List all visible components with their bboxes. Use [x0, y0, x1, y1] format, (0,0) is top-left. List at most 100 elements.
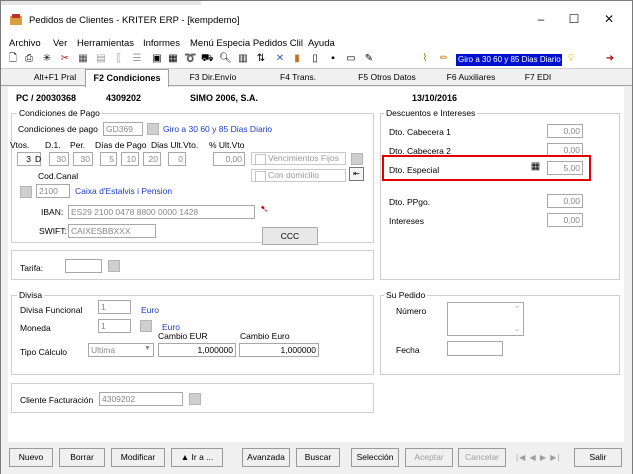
menu-herramientas[interactable]: Herramientas — [77, 38, 134, 49]
car-icon[interactable]: ⛟ — [201, 53, 214, 65]
nuevo-button[interactable]: Nuevo — [9, 448, 53, 467]
cliente-facturacion-lookup[interactable] — [189, 393, 201, 405]
main-panel: PC / 20030368 4309202 SIMO 2006, S.A. 13… — [8, 87, 624, 442]
cod-canal-field[interactable]: 2100 — [36, 184, 70, 198]
menu-especia[interactable]: Menú Especia Pedidos Clil — [190, 38, 303, 49]
moneda-lookup[interactable] — [140, 320, 152, 332]
menu-informes[interactable]: Informes — [143, 38, 180, 49]
tarifa-lookup[interactable] — [108, 260, 120, 272]
dias-pago-1[interactable]: 5 — [100, 152, 117, 166]
sort-icon[interactable]: ⇅ — [255, 53, 267, 65]
numero-field[interactable] — [447, 302, 524, 336]
doc-icon[interactable]: ▯ — [309, 53, 321, 65]
tab-edi[interactable]: F7 EDI — [513, 72, 563, 82]
aceptar-button[interactable]: Aceptar — [405, 448, 453, 467]
dias-ult-field[interactable]: 0 — [168, 152, 186, 166]
divisa-funcional-field[interactable]: 1 — [98, 300, 131, 314]
grid2-icon[interactable]: ▦ — [167, 53, 179, 65]
search-doc-icon[interactable]: 🔍︎ — [219, 53, 232, 65]
buscar-button[interactable]: Buscar — [296, 448, 340, 467]
salir-button[interactable]: Salir — [574, 448, 622, 467]
preview-icon[interactable]: 🗋 — [7, 53, 19, 65]
tarifa-field[interactable] — [65, 259, 102, 273]
brackets-icon[interactable]: ⟦ — [113, 53, 125, 65]
tab-transporte[interactable]: F4 Trans. — [259, 72, 337, 82]
list-icon[interactable]: ☰ — [131, 53, 143, 65]
cross-icon[interactable]: ✕ — [274, 53, 286, 65]
grid-icon[interactable]: ▤ — [95, 53, 107, 65]
maximize-button[interactable]: ☐ — [564, 11, 584, 27]
tools-icon[interactable]: ✂ — [59, 53, 71, 65]
dto-especial-field[interactable]: 5,00 — [547, 161, 583, 175]
swift-field[interactable]: CAIXESBBXXX — [68, 224, 156, 238]
menu-ver[interactable]: Ver — [53, 38, 67, 49]
calendar-grid-icon[interactable]: ▦ — [529, 161, 542, 173]
record-navigation[interactable]: |◀ ◀ ▶ ▶| — [516, 453, 560, 462]
ccc-button[interactable]: CCC — [262, 227, 318, 245]
dto-ppgo-field[interactable]: 0,00 — [547, 194, 583, 208]
chart-icon[interactable]: ▮ — [291, 53, 303, 65]
swift-label: SWIFT: — [39, 226, 67, 236]
menu-ayuda[interactable]: Ayuda — [308, 38, 335, 49]
folder-icon[interactable]: ▭ — [345, 53, 357, 65]
exit-icon[interactable]: ➜ — [604, 53, 616, 65]
chevron-down-icon[interactable]: ⌄ — [514, 325, 520, 333]
paperclip-icon[interactable]: ⌇ — [419, 53, 431, 65]
tab-condiciones[interactable]: F2 Condiciones — [85, 69, 169, 87]
domicilio-edit-icon[interactable]: ⇤ — [349, 167, 364, 181]
calendar-icon[interactable]: ▣ — [151, 53, 163, 65]
order-number: PC / 20030368 — [16, 93, 77, 103]
con-domicilio-checkbox[interactable]: Con domicilio — [251, 169, 346, 182]
tipo-calculo-label: Tipo Cálculo — [20, 347, 67, 357]
table-icon[interactable]: ▦ — [77, 53, 89, 65]
d1-label: D.1. — [45, 140, 61, 150]
vencimientos-fijos-checkbox[interactable]: Vencimientos Fijos — [251, 152, 346, 165]
menu-bar: Archivo Ver Herramientas Informes Menú E… — [1, 37, 632, 51]
pen-icon[interactable]: ✎ — [363, 53, 375, 65]
payment-lookup-button[interactable] — [147, 123, 159, 135]
calc-icon[interactable]: ▥ — [237, 53, 249, 65]
cancelar-button[interactable]: Cancelar — [458, 448, 506, 467]
seleccion-button[interactable]: Selección — [351, 448, 399, 467]
d1-field[interactable]: 30 — [49, 152, 69, 166]
cliente-facturacion-field[interactable]: 4309202 — [99, 392, 183, 406]
cod-canal-lookup[interactable] — [20, 186, 32, 198]
currency-title: Divisa — [17, 290, 45, 300]
tab-dir-envio[interactable]: F3 Dir.Envío — [169, 72, 257, 82]
tab-principal[interactable]: Alt+F1 Pral — [25, 72, 85, 82]
fecha-field[interactable] — [447, 341, 503, 356]
tab-otros-datos[interactable]: F5 Otros Datos — [345, 72, 429, 82]
minimize-button[interactable]: – — [531, 11, 551, 27]
chevron-up-icon[interactable]: ⌃ — [514, 305, 520, 313]
save-icon[interactable]: ▪ — [327, 53, 339, 65]
print-icon[interactable]: ⎙ — [23, 53, 35, 65]
bank-validate-icon[interactable]: ➷ — [260, 204, 268, 215]
avanzada-button[interactable]: Avanzada — [242, 448, 290, 467]
lightbulb-icon[interactable]: 💡︎ — [565, 53, 577, 65]
dias-pago-2[interactable]: 10 — [121, 152, 139, 166]
vencimientos-fijos-button[interactable] — [351, 153, 363, 165]
dto-cabecera-1-field[interactable]: 0,00 — [547, 124, 583, 138]
modificar-button[interactable]: Modificar — [111, 448, 165, 467]
pct-ult-field[interactable]: 0,00 — [213, 152, 245, 166]
close-button[interactable]: ✕ — [599, 11, 619, 27]
iban-label: IBAN: — [41, 207, 64, 217]
moneda-field[interactable]: 1 — [98, 319, 131, 333]
iban-field[interactable]: ES29 2100 0478 8800 0000 1428 — [68, 205, 255, 219]
intereses-field[interactable]: 0,00 — [547, 213, 583, 227]
pct-ult-label: % Ult.Vto — [209, 140, 245, 150]
cambio-euro-field[interactable]: 1,000000 — [239, 343, 319, 357]
ir-a-button[interactable]: ▲ Ir a ... — [171, 448, 223, 467]
cambio-eur-field[interactable]: 1,000000 — [158, 343, 236, 357]
chevron-down-icon[interactable]: ▼ — [144, 345, 151, 352]
per-field[interactable]: 30 — [73, 152, 93, 166]
magnet-icon[interactable]: ➰ — [184, 53, 196, 65]
dias-pago-3[interactable]: 20 — [143, 152, 161, 166]
payment-conditions-code[interactable]: GD369 — [103, 122, 143, 136]
pencil-icon[interactable]: ✏ — [438, 53, 450, 65]
tab-auxiliares[interactable]: F6 Auxiliares — [429, 72, 513, 82]
menu-archivo[interactable]: Archivo — [9, 38, 41, 49]
asterisk-icon[interactable]: ✳ — [41, 53, 53, 65]
payment-terms-highlight[interactable]: Giro a 30 60 y 85 Dias Diario — [456, 54, 562, 66]
borrar-button[interactable]: Borrar — [59, 448, 105, 467]
